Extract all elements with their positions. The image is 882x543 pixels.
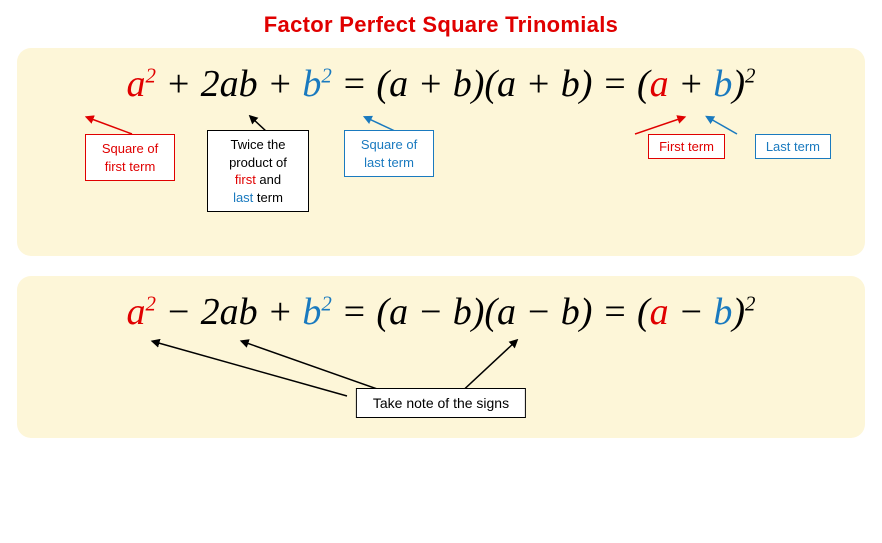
equals2-b: = xyxy=(592,290,637,334)
b-squared-b: b2 xyxy=(302,290,331,334)
equals1-b: = xyxy=(332,290,377,334)
expand1: (a + b)(a + b) xyxy=(376,62,592,106)
equals1: = xyxy=(332,62,377,106)
annotations-area-top: Square of first term Twice theproduct of… xyxy=(37,112,845,242)
take-note-label: Take note of the signs xyxy=(373,395,509,411)
annotations-area-bottom: Take note of the signs xyxy=(37,334,845,424)
two-ab-b: 2ab xyxy=(201,290,258,334)
paren-close-b: )2 xyxy=(732,290,755,334)
a-final-b: a xyxy=(650,290,669,334)
plus3: + xyxy=(669,62,714,106)
expand1-b: (a − b)(a − b) xyxy=(376,290,592,334)
a-squared-b: a2 xyxy=(127,290,156,334)
plus1: + xyxy=(156,62,201,106)
two-ab: 2ab xyxy=(201,62,258,106)
paren-open: ( xyxy=(637,62,650,106)
ann-twice-product: Twice theproduct offirst andlast term xyxy=(207,130,309,212)
minus3: − xyxy=(669,290,714,334)
ann-first-term: First term xyxy=(648,134,725,159)
ann-square-first: Square of first term xyxy=(85,134,175,181)
plus2: + xyxy=(258,62,303,106)
ann-square-first-label: Square of first term xyxy=(102,141,158,174)
b-final: b xyxy=(713,62,732,106)
a-squared: a2 xyxy=(127,62,156,106)
a-final: a xyxy=(650,62,669,106)
bottom-card: a2 − 2ab + b2 = (a − b)(a − b) = (a − b)… xyxy=(17,276,865,438)
ann-square-last: Square oflast term xyxy=(344,130,434,177)
ann-square-last-label: Square oflast term xyxy=(361,137,417,170)
top-card: a2 + 2ab + b2 = (a + b)(a + b) = (a + b)… xyxy=(17,48,865,256)
paren-open-b: ( xyxy=(637,290,650,334)
formula-top: a2 + 2ab + b2 = (a + b)(a + b) = (a + b)… xyxy=(37,62,845,106)
ann-last-term: Last term xyxy=(755,134,831,159)
ann-twice-label: Twice theproduct offirst andlast term xyxy=(229,137,287,205)
page-title: Factor Perfect Square Trinomials xyxy=(264,12,618,38)
minus1: − xyxy=(156,290,201,334)
paren-close: )2 xyxy=(732,62,755,106)
take-note-box: Take note of the signs xyxy=(356,388,526,418)
b-squared: b2 xyxy=(302,62,331,106)
b-final-b: b xyxy=(713,290,732,334)
formula-bottom: a2 − 2ab + b2 = (a − b)(a − b) = (a − b)… xyxy=(37,290,845,334)
equals2: = xyxy=(592,62,637,106)
plus2-b: + xyxy=(258,290,303,334)
